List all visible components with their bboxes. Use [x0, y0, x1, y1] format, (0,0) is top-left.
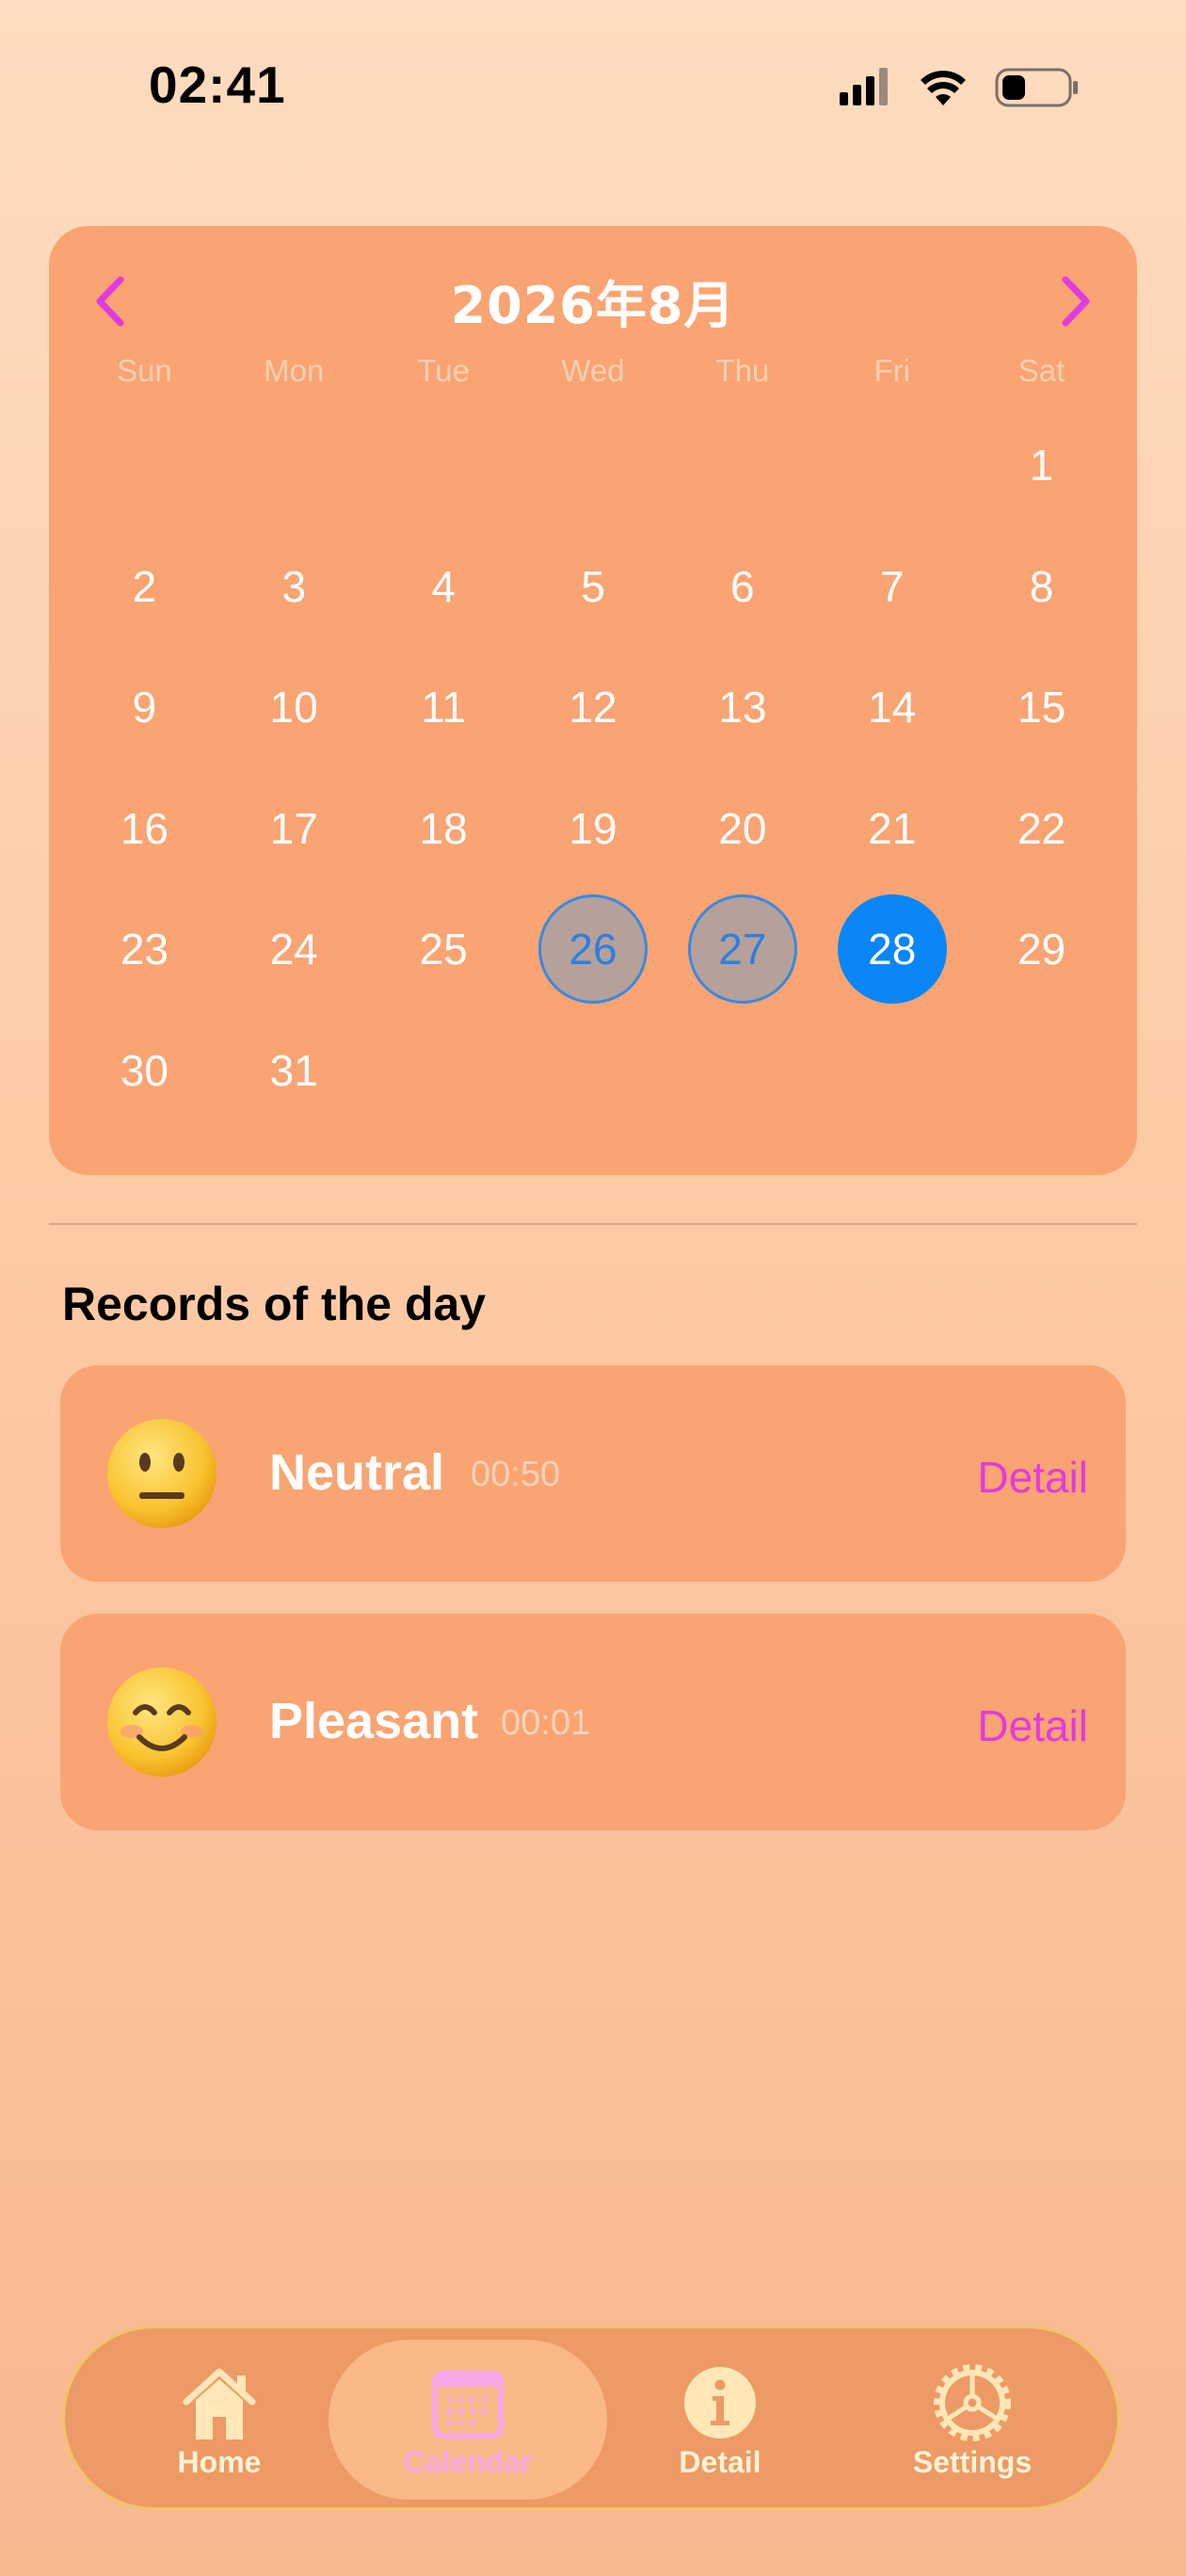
status-icons — [840, 68, 1078, 107]
detail-link[interactable]: Detail — [977, 1452, 1088, 1503]
weekday-label: Mon — [264, 353, 325, 388]
tab-label: Calendar — [403, 2445, 533, 2479]
tab-settings[interactable]: Settings — [836, 2328, 1109, 2507]
record-time: 00:01 — [501, 1703, 591, 1743]
signal-icon — [840, 68, 888, 105]
calendar-day[interactable]: 2 — [70, 526, 219, 648]
calendar-card: 2026年8月 Sun Mon Tue Wed Thu Fri Sat 1 2 … — [49, 226, 1137, 1175]
calendar-day[interactable]: 1 — [967, 405, 1116, 526]
calendar-day[interactable]: 15 — [967, 647, 1116, 768]
calendar-day-marked[interactable]: 27 — [667, 889, 817, 1010]
calendar-day[interactable]: 20 — [667, 768, 817, 890]
calendar-day[interactable]: 24 — [219, 889, 369, 1010]
battery-icon — [995, 68, 1078, 107]
weekday-label: Wed — [561, 353, 625, 388]
status-bar: 02:41 — [0, 0, 1186, 174]
tab-label: Home — [177, 2445, 262, 2479]
calendar-day[interactable]: 31 — [219, 1010, 369, 1132]
weekday-header: Sun Mon Tue Wed Thu Fri Sat — [70, 353, 1116, 389]
calendar-day[interactable]: 21 — [817, 768, 967, 890]
next-month-button[interactable] — [1047, 268, 1103, 334]
calendar-day[interactable]: 3 — [219, 526, 369, 648]
tab-label: Detail — [679, 2445, 761, 2479]
wifi-icon — [921, 71, 966, 105]
calendar-day[interactable]: 18 — [369, 768, 519, 890]
calendar-day[interactable]: 13 — [667, 647, 817, 768]
calendar-day[interactable]: 19 — [519, 768, 668, 890]
weekday-label: Sat — [1018, 353, 1066, 388]
calendar-day[interactable]: 17 — [219, 768, 369, 890]
calendar-day[interactable]: 5 — [519, 526, 668, 648]
weekday-label: Fri — [873, 353, 910, 388]
neutral-face-icon — [107, 1419, 216, 1528]
calendar-month-title: 2026年8月 — [450, 276, 736, 335]
record-card[interactable]: Pleasant 00:01 Detail — [60, 1614, 1126, 1830]
weekday-label: Sun — [117, 353, 172, 388]
empty-cell — [70, 405, 967, 526]
tab-label: Settings — [912, 2445, 1033, 2479]
record-time: 00:50 — [471, 1455, 561, 1494]
calendar-day[interactable]: 14 — [817, 647, 967, 768]
calendar-day[interactable]: 22 — [967, 768, 1116, 890]
calendar-day[interactable]: 30 — [70, 1010, 219, 1132]
calendar-day[interactable]: 25 — [369, 889, 519, 1010]
status-time: 02:41 — [149, 56, 286, 114]
calendar-day[interactable]: 23 — [70, 889, 219, 1010]
calendar-day-marked[interactable]: 26 — [519, 889, 668, 1010]
calendar-day[interactable]: 8 — [967, 526, 1116, 648]
records-section-title: Records of the day — [62, 1278, 487, 1330]
weekday-label: Thu — [715, 353, 770, 388]
calendar-day[interactable]: 29 — [967, 889, 1116, 1010]
record-mood: Pleasant — [269, 1693, 479, 1749]
record-mood: Neutral — [269, 1444, 445, 1501]
calendar-icon — [432, 2371, 504, 2439]
record-card[interactable]: Neutral 00:50 Detail — [60, 1365, 1126, 1582]
calendar-day-selected[interactable]: 28 — [817, 889, 967, 1010]
home-icon — [183, 2368, 256, 2439]
calendar-day[interactable]: 16 — [70, 768, 219, 890]
divider — [49, 1223, 1137, 1225]
calendar-day[interactable]: 4 — [369, 526, 519, 648]
tab-bar: Home Calendar Detail Settings — [62, 2326, 1120, 2510]
calendar-day[interactable]: 7 — [817, 526, 967, 648]
weekday-label: Tue — [417, 353, 470, 388]
tab-calendar[interactable]: Calendar — [331, 2328, 604, 2507]
gear-icon — [934, 2364, 1011, 2441]
tab-detail[interactable]: Detail — [584, 2328, 857, 2507]
smiling-face-icon — [107, 1667, 216, 1777]
calendar-day[interactable]: 9 — [70, 647, 219, 768]
tab-home[interactable]: Home — [83, 2328, 356, 2507]
calendar-days-grid: 1 2 3 4 5 6 7 8 9 10 11 12 13 14 15 16 1… — [70, 405, 1116, 1131]
calendar-day[interactable]: 6 — [667, 526, 817, 648]
info-icon — [684, 2367, 756, 2439]
calendar-day[interactable]: 12 — [519, 647, 668, 768]
detail-link[interactable]: Detail — [977, 1700, 1088, 1751]
calendar-day[interactable]: 10 — [219, 647, 369, 768]
calendar-day[interactable]: 11 — [369, 647, 519, 768]
